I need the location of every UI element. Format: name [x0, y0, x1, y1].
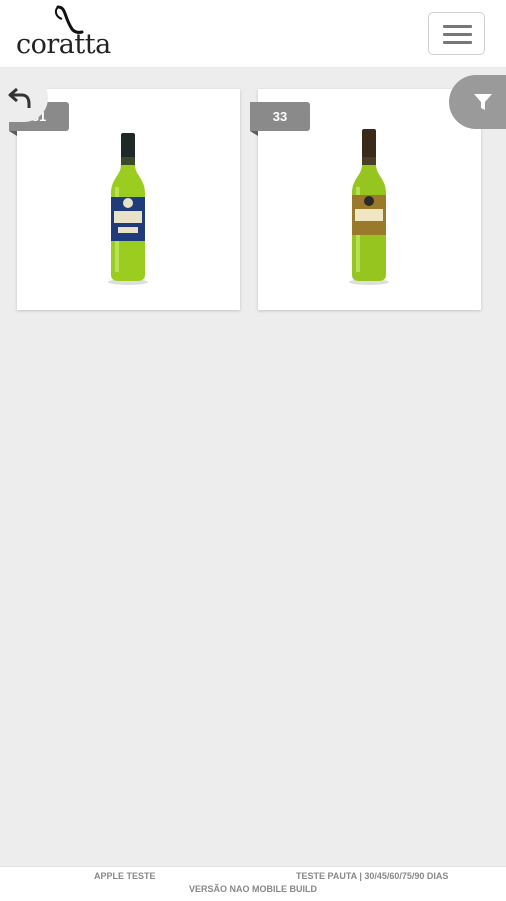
hamburger-line — [443, 33, 472, 36]
product-tag: 33 — [250, 102, 310, 136]
footer-client: APPLE TESTE — [94, 871, 156, 881]
filter-icon — [474, 94, 492, 110]
back-arrow-icon — [8, 87, 31, 108]
footer: APPLE TESTE TESTE PAUTA | 30/45/60/75/90… — [0, 866, 506, 901]
product-image — [349, 129, 389, 285]
logo[interactable]: coratta — [16, 5, 126, 60]
hamburger-menu-icon — [443, 25, 472, 28]
back-button[interactable] — [0, 74, 48, 122]
hamburger-menu-button[interactable] — [428, 12, 485, 55]
product-card[interactable]: 33 — [250, 89, 481, 310]
hamburger-line — [443, 41, 472, 44]
app-header: coratta — [0, 0, 506, 67]
logo-text: coratta — [16, 29, 111, 60]
product-image — [108, 133, 148, 285]
product-card[interactable]: 31 — [9, 89, 240, 310]
footer-version: VERSÃO NAO MOBILE BUILD — [188, 884, 317, 894]
footer-pricing: TESTE PAUTA | 30/45/60/75/90 DIAS — [296, 871, 449, 881]
filter-button[interactable] — [449, 75, 506, 129]
product-tag-number: 33 — [272, 109, 288, 124]
